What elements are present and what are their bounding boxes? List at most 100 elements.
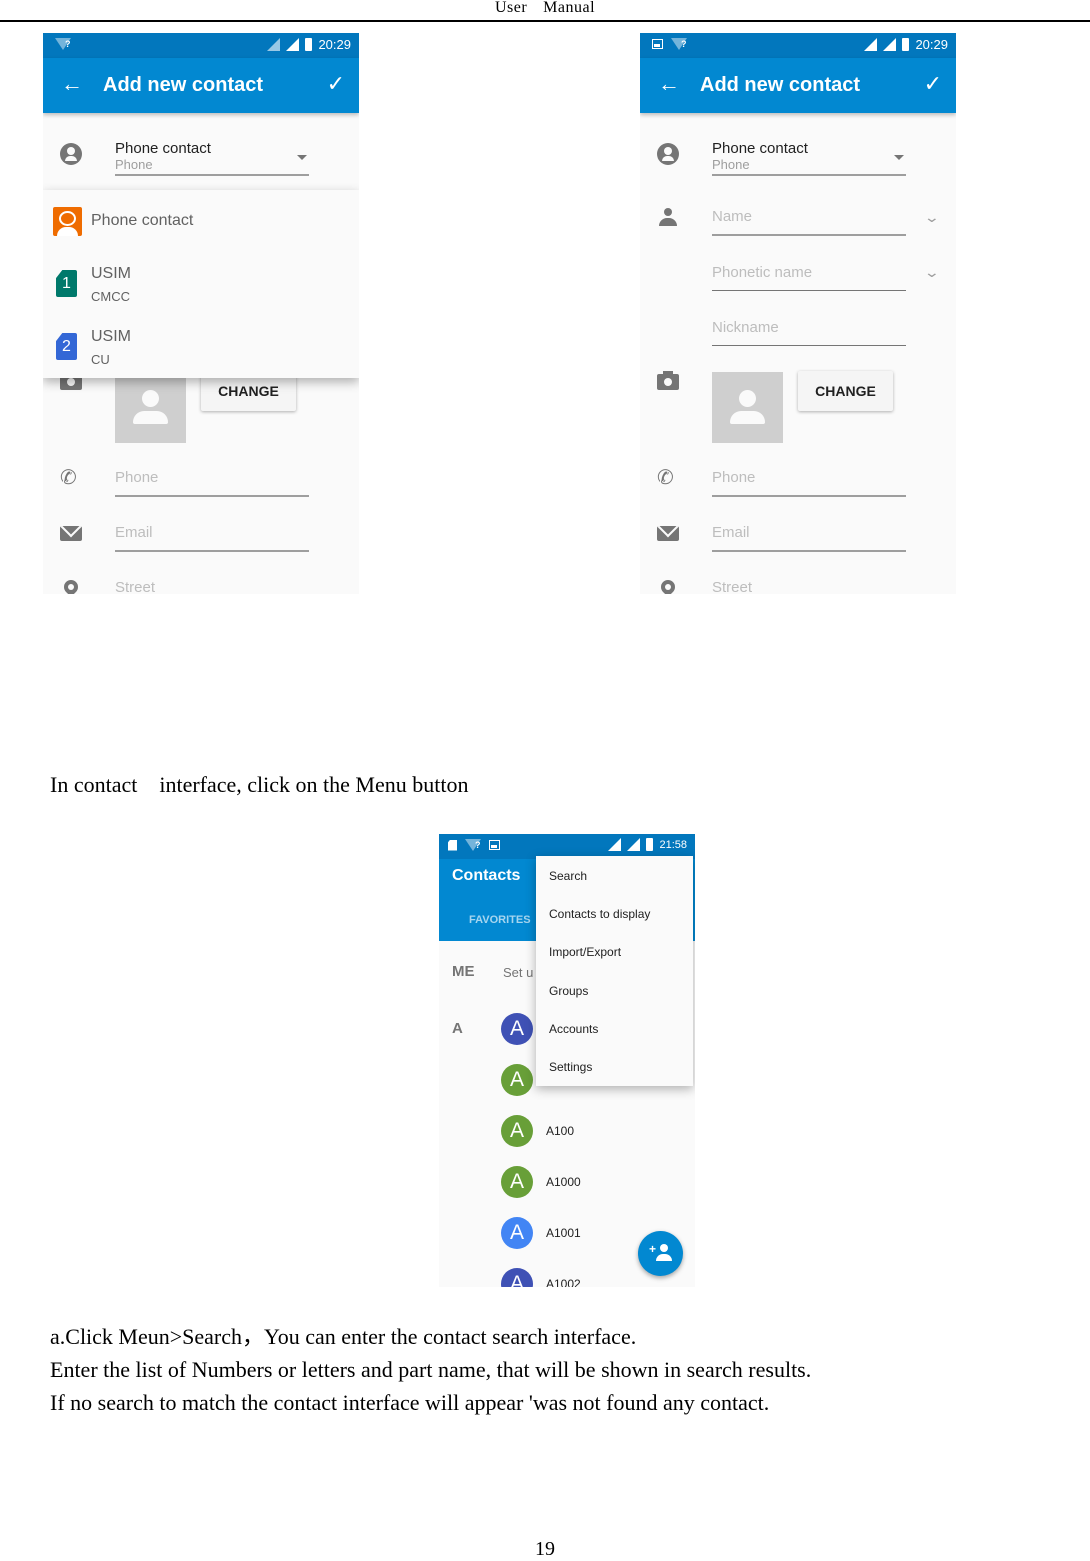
phone-icon: ✆ — [60, 467, 77, 489]
camera-icon — [657, 371, 679, 390]
me-setup-text[interactable]: Set u — [503, 965, 533, 980]
account-selector[interactable]: Phone contact Phone — [115, 140, 309, 176]
expand-name-chevron-icon[interactable]: ⌄ — [924, 209, 940, 226]
avatar: A — [501, 1064, 533, 1096]
account-sub: Phone — [115, 157, 153, 172]
account-circle-icon — [60, 143, 82, 165]
check-icon[interactable]: ✓ — [327, 71, 345, 97]
signal-icon — [286, 38, 300, 51]
signal-icon — [608, 838, 622, 851]
section-letter: A — [452, 1020, 463, 1037]
page-title: Contacts — [452, 867, 521, 884]
paragraph-search-step: a.Click Meun>Search，You can enter the co… — [50, 1324, 637, 1349]
menu-item-contacts-to-display[interactable]: Contacts to display — [549, 907, 650, 921]
contact-name: A1002 — [546, 1277, 581, 1287]
back-arrow-icon[interactable]: ← — [658, 71, 680, 97]
page-title: Add new contact — [103, 74, 264, 96]
screenshot-contacts-menu: 21:58 Contacts FAVORITES ME Set u A A A … — [439, 834, 695, 1287]
tab-favorites[interactable]: FAVORITES — [469, 914, 531, 926]
contact-name: A1000 — [546, 1175, 581, 1189]
avatar: A — [501, 1166, 533, 1198]
header-right: Manual — [543, 0, 596, 16]
contact-photo-placeholder[interactable] — [712, 372, 783, 443]
dropdown-arrow-icon[interactable] — [894, 155, 904, 160]
contact-name: A1001 — [546, 1226, 581, 1240]
account-circle-icon — [657, 143, 679, 165]
wifi-unknown-icon — [465, 839, 481, 851]
signal-icon — [267, 38, 281, 51]
screenshot-add-contact-dropdown: 20:29 ← Add new contact ✓ Phone contact … — [43, 33, 359, 594]
plus-icon: + — [649, 1242, 657, 1256]
overflow-menu: Search Contacts to display Import/Export… — [536, 856, 693, 1086]
app-bar: ← Add new contact ✓ — [640, 58, 956, 113]
instruction-text: In contact interface, click on the Menu … — [50, 772, 469, 797]
battery-charging-icon — [646, 838, 654, 851]
email-field[interactable]: Email — [712, 524, 906, 552]
account-selector[interactable]: Phone contact Phone — [712, 140, 906, 176]
dropdown-item-phone-contact[interactable]: Phone contact — [43, 190, 359, 250]
status-time: 20:29 — [318, 37, 351, 52]
paragraph-search-input: Enter the list of Numbers or letters and… — [50, 1357, 812, 1382]
sim-1-icon: 1 — [56, 270, 77, 297]
menu-item-settings[interactable]: Settings — [549, 1060, 592, 1074]
avatar: A — [501, 1115, 533, 1147]
avatar: A — [501, 1013, 533, 1045]
phone-icon: ✆ — [657, 467, 674, 489]
name-field[interactable]: Name — [712, 208, 906, 236]
location-pin-icon — [61, 577, 81, 594]
location-pin-icon — [658, 577, 678, 594]
battery-icon — [305, 38, 313, 51]
screenshot-add-contact-form: 20:29 ← Add new contact ✓ Phone contact … — [640, 33, 956, 594]
dropdown-arrow-icon[interactable] — [297, 155, 307, 160]
email-icon — [60, 526, 82, 541]
check-icon[interactable]: ✓ — [924, 71, 942, 97]
nickname-field[interactable]: Nickname — [712, 319, 906, 346]
contact-photo-placeholder[interactable] — [115, 372, 186, 443]
street-field[interactable]: Street — [115, 579, 309, 594]
app-bar: ← Add new contact ✓ — [43, 58, 359, 113]
signal-icon — [627, 838, 641, 851]
dropdown-item-usim-1[interactable]: 1 USIM CMCC — [43, 256, 359, 316]
account-label: Phone contact — [115, 140, 211, 157]
status-time: 21:58 — [659, 838, 687, 851]
add-contact-button[interactable]: + — [638, 1231, 683, 1276]
expand-phonetic-chevron-icon[interactable]: ⌄ — [924, 264, 940, 281]
menu-item-import-export[interactable]: Import/Export — [549, 945, 621, 959]
image-notification-icon — [489, 840, 500, 850]
status-bar: 20:29 — [640, 33, 956, 58]
page-title: Add new contact — [700, 74, 861, 96]
me-label: ME — [452, 963, 475, 980]
image-notification-icon — [652, 39, 663, 49]
phone-contact-icon — [53, 207, 82, 236]
menu-item-search[interactable]: Search — [549, 869, 587, 883]
paragraph-no-results: If no search to match the contact interf… — [50, 1390, 770, 1415]
status-time: 20:29 — [915, 37, 948, 52]
account-sub: Phone — [712, 157, 750, 172]
wifi-unknown-icon — [671, 38, 687, 50]
account-dropdown-menu: Phone contact 1 USIM CMCC 2 USIM CU — [43, 190, 359, 378]
email-icon — [657, 526, 679, 541]
phone-field[interactable]: Phone — [115, 469, 309, 497]
status-bar: 20:29 — [43, 33, 359, 58]
header-left: User — [494, 0, 528, 16]
signal-icon — [864, 38, 878, 51]
back-arrow-icon[interactable]: ← — [61, 71, 83, 97]
menu-item-accounts[interactable]: Accounts — [549, 1022, 598, 1036]
page-number: 19 — [535, 1538, 555, 1560]
dropdown-item-usim-2[interactable]: 2 USIM CU — [43, 319, 359, 379]
page-header: User Manual — [0, 0, 1090, 22]
signal-icon — [883, 38, 897, 51]
battery-icon — [902, 38, 910, 51]
change-photo-button[interactable]: CHANGE — [798, 371, 893, 411]
street-field[interactable]: Street — [712, 579, 906, 594]
menu-item-groups[interactable]: Groups — [549, 984, 588, 998]
email-field[interactable]: Email — [115, 524, 309, 552]
person-icon — [657, 206, 679, 228]
person-add-icon — [660, 1244, 668, 1252]
phone-field[interactable]: Phone — [712, 469, 906, 497]
sim-2-icon: 2 — [56, 333, 77, 360]
avatar: A — [501, 1217, 533, 1249]
phonetic-name-field[interactable]: Phonetic name — [712, 264, 906, 291]
sd-card-icon — [448, 839, 457, 851]
avatar: A — [501, 1268, 533, 1287]
